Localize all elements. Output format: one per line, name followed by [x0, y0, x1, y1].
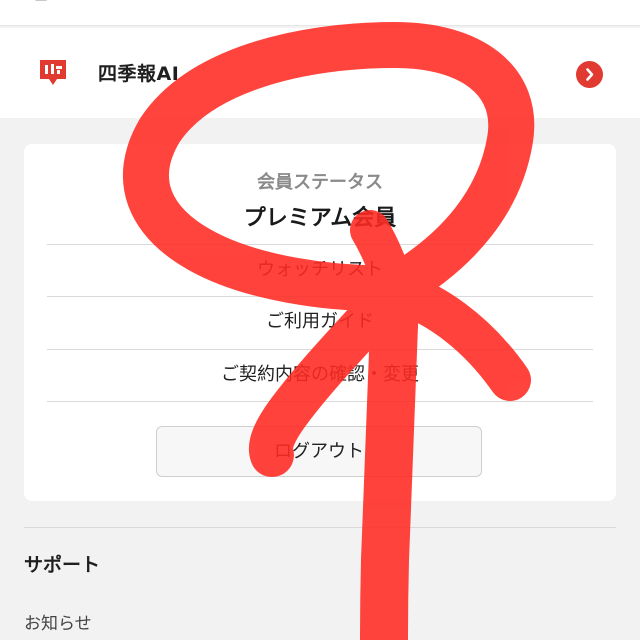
contract-settings-link[interactable]: ご契約内容の確認・変更: [47, 349, 593, 401]
app-name: 四季報AI: [98, 63, 180, 85]
logout-button[interactable]: ログアウト: [156, 426, 482, 477]
divider: [47, 401, 593, 402]
divider: [24, 527, 616, 528]
user-guide-link[interactable]: ご利用ガイド: [47, 296, 593, 348]
app-row-shikiho-ai[interactable]: 四季報AI: [0, 28, 640, 118]
watchlist-link[interactable]: ウォッチリスト: [47, 244, 593, 296]
support-section-title: サポート: [24, 554, 101, 576]
news-link[interactable]: お知らせ: [24, 609, 92, 634]
membership-status-label: 会員ステータス: [257, 172, 383, 193]
shikiho-logo-icon: [40, 60, 66, 85]
divider: [0, 25, 640, 26]
clipped-text: ー: [34, 0, 48, 10]
membership-card: 会員ステータス プレミアム会員 ウォッチリスト ご利用ガイド ご契約内容の確認・…: [24, 144, 616, 501]
previous-row-edge: ー: [0, 0, 640, 26]
chevron-right-icon[interactable]: [576, 61, 603, 88]
screen: ー 四季報AI 会員ステータス プレミアム会員 ウォッチリスト ご利用ガイド ご…: [0, 0, 640, 640]
membership-status-value: プレミアム会員: [243, 206, 397, 231]
